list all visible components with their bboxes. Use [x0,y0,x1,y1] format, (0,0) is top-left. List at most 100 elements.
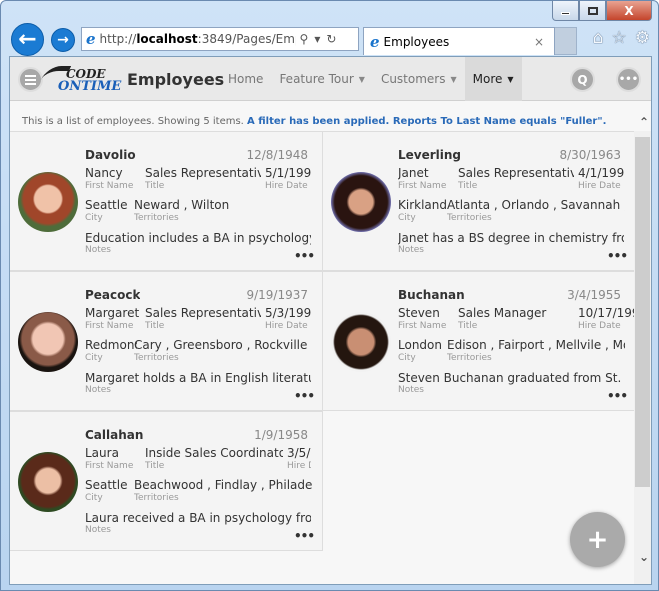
browser-tab[interactable]: e Employees × [363,27,555,55]
birth-date: 3/4/1955 [567,288,621,302]
app-bar: CODE ONTIME Employees Home Feature Tour ▼… [10,57,651,101]
employee-card[interactable]: Buchanan 3/4/1955 Steven First Name Sale… [323,271,647,411]
card-menu-ellipsis-icon[interactable]: ••• [607,389,628,403]
minimize-button[interactable] [552,1,579,21]
notes: Margaret holds a BA in English literatur… [85,371,311,385]
browser-window: X ← → e http://localhost:3849/Pages/Empl… [0,0,659,591]
card-menu-ellipsis-icon[interactable]: ••• [294,389,315,403]
search-icon[interactable]: ⚲ [300,32,309,46]
tab-close-icon[interactable]: × [534,35,544,49]
territories: Atlanta , Orlando , Savannah , Tampa [447,198,625,212]
employee-title: Sales Representative [145,306,261,320]
close-icon: X [624,3,634,18]
avatar [18,312,78,372]
notes-label: Notes [85,525,111,535]
notes-label: Notes [398,245,424,255]
hire-date-label: Hire Date [287,461,311,471]
nav-home[interactable]: Home [220,57,271,101]
tab-title: Employees [383,34,450,49]
card-menu-ellipsis-icon[interactable]: ••• [607,249,628,263]
search-magnifier-icon: Q [577,72,588,87]
dropdown-icon[interactable]: ▾ [314,32,320,46]
birth-date: 9/19/1937 [246,288,308,302]
first-name-label: First Name [85,461,134,471]
hire-date: 5/1/1992 [265,166,311,180]
scrollbar-thumb[interactable] [635,137,650,487]
maximize-button[interactable] [579,1,606,21]
first-name: Steven [398,306,440,320]
home-icon[interactable]: ⌂ [593,28,604,48]
nav-label: Customers [380,72,446,86]
more-options-button[interactable]: ••• [616,67,641,92]
nav-label: More [472,72,503,86]
back-arrow-icon: ← [18,27,37,52]
nav-customers[interactable]: Customers ▼ [373,57,465,101]
close-window-button[interactable]: X [606,1,652,21]
forward-button[interactable]: → [51,28,75,52]
last-name: Davolio [85,148,136,162]
avatar [18,172,78,232]
back-button[interactable]: ← [11,23,44,56]
hire-date: 4/1/1992 [578,166,624,180]
main-nav: Home Feature Tour ▼ Customers ▼ More ▼ [220,57,522,101]
first-name-label: First Name [398,321,447,331]
hamburger-menu-button[interactable] [18,67,43,92]
address-bar[interactable]: e http://localhost:3849/Pages/Employ ⚲ ▾… [81,27,359,51]
employee-card[interactable]: Callahan 1/9/1958 Laura First Name Insid… [10,411,323,551]
page-viewport: CODE ONTIME Employees Home Feature Tour ▼… [9,56,652,585]
first-name-label: First Name [398,181,447,191]
add-employee-button[interactable]: + [570,512,625,567]
maximize-icon [587,6,598,15]
browser-toolbar: ← → e http://localhost:3849/Pages/Employ… [9,23,654,56]
title-label: Title [458,181,478,191]
vertical-scrollbar[interactable] [634,131,651,584]
hire-date: 5/3/1993 [265,306,311,320]
employee-title: Sales Representative [145,166,261,180]
title-label: Title [145,181,165,191]
favorites-star-icon[interactable]: ☆ [612,28,627,48]
window-controls: X [552,1,652,21]
filter-description[interactable]: A filter has been applied. Reports To La… [247,116,606,127]
avatar [331,172,391,232]
url-host: localhost [136,32,198,46]
territories-label: Territories [134,213,179,223]
employee-card[interactable]: Peacock 9/19/1937 Margaret First Name Sa… [10,271,323,411]
territories-label: Territories [447,213,492,223]
ellipsis-icon: ••• [618,74,639,85]
card-menu-ellipsis-icon[interactable]: ••• [294,529,315,543]
notes: Laura received a BA in psychology from t… [85,511,311,525]
scroll-up-arrow-icon[interactable]: ⌃ [639,115,649,129]
hire-date-label: Hire Date [578,321,621,331]
notes-label: Notes [85,245,111,255]
search-button[interactable]: Q [570,67,595,92]
hire-date: 3/5/1994 [287,446,311,460]
territories: Edison , Fairport , Mellvile , Morristow… [447,338,625,352]
refresh-icon[interactable]: ↻ [326,32,336,46]
nav-feature-tour[interactable]: Feature Tour ▼ [271,57,373,101]
scroll-down-arrow-icon[interactable]: ⌄ [639,550,649,564]
hire-date-label: Hire Date [578,181,621,191]
first-name-label: First Name [85,181,134,191]
url-scheme: http:// [99,32,137,46]
employee-card[interactable]: Davolio 12/8/1948 Nancy First Name Sales… [10,131,323,271]
first-name: Margaret [85,306,140,320]
employee-card[interactable]: Leverling 8/30/1963 Janet First Name Sal… [323,131,636,271]
birth-date: 1/9/1958 [254,428,308,442]
tab-ie-icon: e [370,32,380,51]
last-name: Buchanan [398,288,465,302]
card-menu-ellipsis-icon[interactable]: ••• [294,249,315,263]
city-label: City [398,353,416,363]
title-label: Title [458,321,478,331]
territories-label: Territories [134,353,179,363]
city-label: City [398,213,416,223]
page-title: Employees [127,70,225,89]
code-on-time-logo[interactable]: CODE ONTIME [40,65,121,95]
territories: Cary , Greensboro , Rockville [134,338,308,352]
last-name: Callahan [85,428,144,442]
caret-down-icon: ▼ [507,74,514,84]
avatar [331,312,391,372]
new-tab-button[interactable] [555,27,577,55]
url-text[interactable]: http://localhost:3849/Pages/Employ [100,32,296,46]
nav-more[interactable]: More ▼ [464,57,522,101]
settings-gear-icon[interactable]: ⚙ [635,28,650,48]
